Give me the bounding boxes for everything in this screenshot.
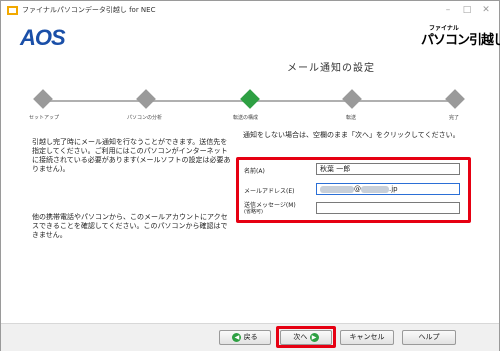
product-logo-big: パソコン引越し	[421, 33, 500, 48]
step-marker-setup	[33, 89, 53, 109]
title-bar: ファイナルパソコンデータ引越し for NEC – □ ✕	[1, 1, 499, 21]
step-marker-complete	[445, 89, 465, 109]
window-title: ファイナルパソコンデータ引越し for NEC	[22, 6, 156, 14]
step-marker-config	[240, 89, 260, 109]
hint-text: 通知をしない場合は、空欄のまま「次へ」をクリックしてください。	[243, 131, 460, 139]
step-label-config: 転送の構成	[233, 115, 259, 121]
back-button[interactable]: ◀ 戻る	[219, 330, 271, 345]
email-at: @	[354, 185, 361, 193]
minimize-button[interactable]: –	[441, 4, 455, 17]
description-text: 引越し完了時にメール通知を行なうことができます。送信先を指定してください。ご利用…	[32, 138, 231, 173]
arrow-right-icon: ▶	[309, 332, 319, 342]
email-field[interactable]: @ .jp	[316, 183, 460, 195]
email-label: メールアドレス(E)	[244, 188, 295, 195]
next-button[interactable]: 次へ ▶	[280, 330, 332, 345]
arrow-left-icon: ◀	[232, 332, 242, 342]
aos-logo: AOS	[20, 25, 66, 50]
step-label-setup: セットアップ	[29, 115, 60, 121]
email-user-redacted	[320, 185, 354, 193]
product-logo: ファイナル パソコン引越し	[421, 23, 500, 51]
page-title: メール通知の設定	[287, 63, 375, 74]
step-label-complete: 完了	[449, 115, 460, 121]
message-field[interactable]	[316, 202, 460, 214]
back-button-label: 戻る	[243, 333, 258, 341]
help-button[interactable]: ヘルプ	[402, 330, 456, 345]
name-field[interactable]: 秋葉 一郎	[316, 163, 460, 175]
email-domain-redacted	[361, 185, 389, 193]
step-marker-analysis	[136, 89, 156, 109]
cancel-button[interactable]: キャンセル	[340, 330, 394, 345]
note-text: 他の携帯電話やパソコンから、このメールアカウントにアクセスできることを確認してく…	[32, 213, 228, 239]
step-label-transfer: 転送	[346, 115, 357, 121]
name-label: 名前(A)	[244, 168, 265, 175]
step-label-analysis: パソコンの分析	[127, 115, 163, 121]
step-marker-transfer	[342, 89, 362, 109]
message-optional-note: (省略可)	[244, 209, 263, 215]
next-button-label: 次へ	[293, 333, 308, 341]
close-button[interactable]: ✕	[479, 4, 493, 17]
email-suffix: .jp	[389, 185, 398, 193]
app-icon	[7, 6, 18, 15]
app-window: ファイナルパソコンデータ引越し for NEC – □ ✕ AOS ファイナル …	[0, 0, 500, 351]
maximize-button[interactable]: □	[460, 4, 474, 17]
